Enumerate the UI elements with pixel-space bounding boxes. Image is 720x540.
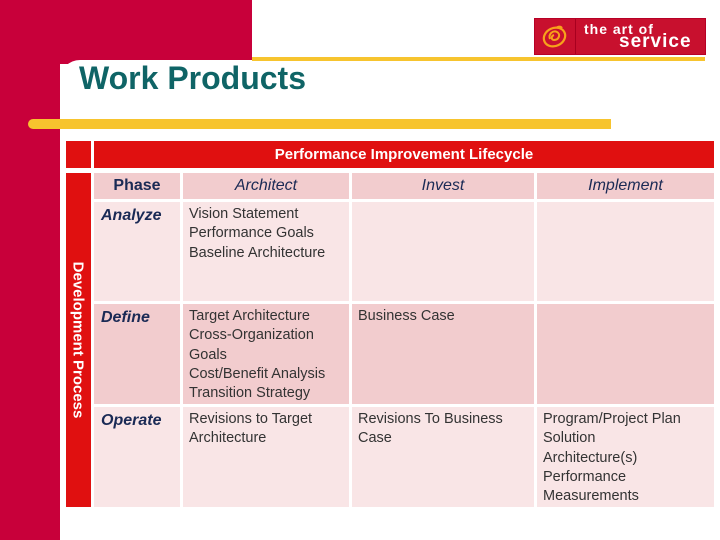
logo-divider [575, 19, 576, 54]
gold-rule-top [252, 57, 705, 61]
row-phase-analyze: Analyze [94, 202, 180, 301]
row-phase-operate: Operate [94, 407, 180, 507]
cell-analyze-invest [352, 202, 534, 301]
column-header-architect: Architect [183, 173, 349, 199]
work-product: Case [358, 430, 392, 447]
work-product: Architecture [189, 430, 267, 447]
side-label: Development Process [69, 261, 87, 419]
brand-band-left [0, 0, 60, 540]
work-product: Architecture(s) [543, 449, 638, 466]
column-header-phase: Phase [94, 173, 180, 199]
brand-band-top [0, 0, 252, 64]
gold-rule-title [28, 119, 611, 129]
logo-text-line2: service [619, 31, 692, 52]
cell-analyze-architect: Vision Statement Performance Goals Basel… [183, 202, 349, 301]
cell-analyze-implement [537, 202, 714, 301]
work-product: Business Case [358, 308, 455, 324]
column-header-invest: Invest [352, 173, 534, 199]
table-banner-text: Performance Improvement Lifecycle [274, 146, 534, 163]
work-product: Goals [189, 346, 227, 363]
logo: the art of service [534, 18, 706, 55]
work-product: Performance Goals [189, 225, 314, 242]
table-banner: Performance Improvement Lifecycle [94, 141, 714, 168]
work-product: Baseline Architecture [189, 244, 326, 261]
work-product: Revisions to Target [189, 411, 313, 427]
cell-define-implement [537, 304, 714, 404]
slide-title: Work Products [79, 60, 306, 96]
cell-operate-architect: Revisions to Target Architecture [183, 407, 349, 507]
work-product: Vision Statement [189, 206, 299, 222]
work-product: Solution [543, 430, 596, 447]
row-phase-define: Define [94, 304, 180, 404]
work-product: Measurements [543, 488, 639, 505]
work-product: Transition Strategy [189, 385, 311, 402]
work-product: Revisions To Business [358, 411, 503, 427]
cell-define-architect: Target Architecture Cross-Organization G… [183, 304, 349, 404]
cell-define-invest: Business Case [352, 304, 534, 404]
side-label-column: Development Process [66, 173, 91, 507]
work-product: Target Architecture [189, 308, 310, 324]
work-product: Program/Project Plan [543, 411, 681, 427]
work-product: Performance [543, 468, 627, 485]
table-corner [66, 141, 91, 168]
cell-operate-invest: Revisions To Business Case [352, 407, 534, 507]
swirl-icon [542, 25, 567, 48]
work-product: Cost/Benefit Analysis [189, 365, 326, 382]
column-header-implement: Implement [537, 173, 714, 199]
cell-operate-implement: Program/Project Plan Solution Architectu… [537, 407, 714, 507]
work-product: Cross-Organization [189, 327, 314, 344]
